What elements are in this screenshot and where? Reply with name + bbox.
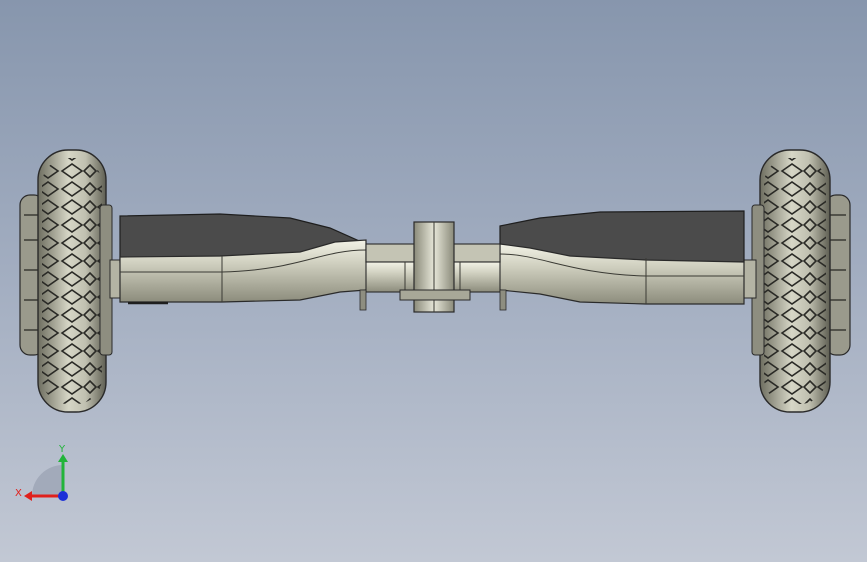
right-bracket [499, 289, 507, 311]
x-axis-label: X [15, 488, 22, 499]
y-axis-label: Y [58, 444, 66, 455]
z-axis-dot [58, 491, 68, 501]
center-pivot-base [399, 289, 471, 301]
hoverboard-model[interactable] [0, 0, 867, 562]
cad-viewport[interactable]: Y X [0, 0, 867, 562]
left-tire-tread [42, 158, 102, 404]
left-bracket [359, 289, 367, 311]
triad-plane [32, 465, 63, 496]
y-axis-arrow [58, 454, 68, 462]
left-wheel[interactable] [19, 149, 113, 413]
right-tire-tread [764, 158, 826, 404]
orientation-triad[interactable]: Y X [10, 440, 80, 510]
right-wheel[interactable] [751, 149, 851, 413]
x-axis-arrow [24, 491, 32, 501]
